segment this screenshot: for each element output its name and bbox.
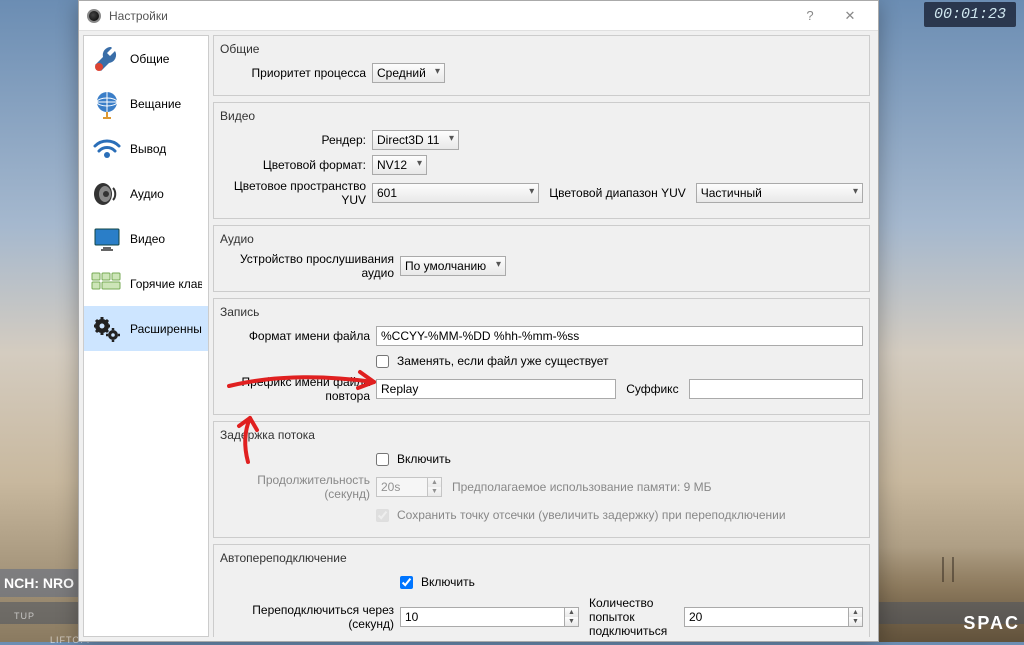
group-general: Общие Приоритет процесса Средний bbox=[213, 35, 870, 96]
bg-spacex-label: SPAC bbox=[963, 613, 1020, 634]
preserve-cutoff-label: Сохранить точку отсечки (увеличить задер… bbox=[397, 508, 786, 522]
max-retries-input[interactable] bbox=[685, 608, 848, 626]
settings-window: Настройки ? ✕ Общие Вещание Вывод Аудио bbox=[78, 0, 879, 642]
bg-tower bbox=[942, 557, 954, 582]
keyboard-icon bbox=[90, 267, 124, 301]
replay-prefix-label: Префикс имени файла повтора bbox=[220, 375, 376, 403]
colorrange-select[interactable]: Частичный bbox=[696, 183, 863, 203]
colorformat-select[interactable]: NV12 bbox=[372, 155, 427, 175]
help-button[interactable]: ? bbox=[790, 2, 830, 30]
priority-select[interactable]: Средний bbox=[372, 63, 445, 83]
monitor-select[interactable]: По умолчанию bbox=[400, 256, 506, 276]
spin-down-icon[interactable]: ▼ bbox=[428, 487, 441, 496]
filename-label: Формат имени файла bbox=[220, 329, 376, 343]
spin-up-icon[interactable]: ▲ bbox=[428, 478, 441, 487]
group-delay: Задержка потока Включить Продолжительнос… bbox=[213, 421, 870, 538]
sidebar-item-label: Общие bbox=[130, 52, 169, 66]
reconnect-enable-checkbox[interactable] bbox=[400, 576, 413, 589]
sidebar: Общие Вещание Вывод Аудио Видео Горячие … bbox=[83, 35, 209, 637]
monitor-icon bbox=[90, 222, 124, 256]
render-label: Рендер: bbox=[220, 133, 372, 147]
render-select[interactable]: Direct3D 11 bbox=[372, 130, 459, 150]
sidebar-item-label: Вывод bbox=[130, 142, 166, 156]
colorrange-label: Цветовой диапазон YUV bbox=[543, 186, 691, 200]
overwrite-label: Заменять, если файл уже существует bbox=[397, 354, 609, 368]
duration-input bbox=[377, 478, 427, 496]
colorformat-label: Цветовой формат: bbox=[220, 158, 372, 172]
wifi-icon bbox=[90, 132, 124, 166]
sidebar-item-general[interactable]: Общие bbox=[84, 36, 208, 81]
group-title: Общие bbox=[220, 42, 863, 56]
group-title: Автопереподключение bbox=[220, 551, 863, 565]
duration-label: Продолжительность (секунд) bbox=[220, 473, 376, 501]
group-title: Запись bbox=[220, 305, 863, 319]
sidebar-item-video[interactable]: Видео bbox=[84, 216, 208, 261]
retry-delay-spinbox[interactable]: ▲▼ bbox=[400, 607, 579, 627]
sidebar-item-label: Видео bbox=[130, 232, 165, 246]
gears-icon bbox=[90, 312, 124, 346]
group-recording: Запись Формат имени файла Заменять, если… bbox=[213, 298, 870, 415]
group-reconnect: Автопереподключение Включить Переподключ… bbox=[213, 544, 870, 637]
group-audio: Аудио Устройство прослушивания аудио По … bbox=[213, 225, 870, 292]
filename-input[interactable] bbox=[376, 326, 863, 346]
max-retries-spinbox[interactable]: ▲▼ bbox=[684, 607, 863, 627]
sidebar-item-label: Вещание bbox=[130, 97, 181, 111]
close-button[interactable]: ✕ bbox=[830, 2, 870, 30]
retry-delay-input[interactable] bbox=[401, 608, 564, 626]
sidebar-item-stream[interactable]: Вещание bbox=[84, 81, 208, 126]
max-retries-label: Количество попыток подключиться bbox=[583, 596, 680, 637]
sidebar-item-advanced[interactable]: Расширенны bbox=[84, 306, 208, 351]
globe-icon bbox=[90, 87, 124, 121]
memory-estimate-label: Предполагаемое использование памяти: 9 М… bbox=[446, 480, 718, 494]
monitor-label: Устройство прослушивания аудио bbox=[220, 252, 400, 280]
retry-delay-label: Переподключиться через (секунд) bbox=[220, 603, 400, 631]
reconnect-enable-label: Включить bbox=[421, 575, 475, 589]
group-title: Задержка потока bbox=[220, 428, 863, 442]
colorspace-label: Цветовое пространство YUV bbox=[220, 179, 372, 207]
spin-up-icon[interactable]: ▲ bbox=[565, 608, 578, 617]
delay-enable-label: Включить bbox=[397, 452, 451, 466]
speaker-icon bbox=[90, 177, 124, 211]
colorspace-select[interactable]: 601 bbox=[372, 183, 539, 203]
bg-mission-label: NCH: NRO bbox=[0, 569, 88, 597]
suffix-input[interactable] bbox=[689, 379, 863, 399]
sidebar-item-output[interactable]: Вывод bbox=[84, 126, 208, 171]
bg-bar-label-tup: TUP bbox=[14, 611, 35, 621]
wrench-icon bbox=[90, 42, 124, 76]
group-title: Видео bbox=[220, 109, 863, 123]
sidebar-item-label: Расширенны bbox=[130, 322, 202, 336]
sidebar-item-label: Аудио bbox=[130, 187, 164, 201]
overwrite-checkbox[interactable] bbox=[376, 355, 389, 368]
obs-icon bbox=[87, 9, 101, 23]
replay-prefix-input[interactable] bbox=[376, 379, 616, 399]
group-video: Видео Рендер: Direct3D 11 Цветовой форма… bbox=[213, 102, 870, 219]
sidebar-item-audio[interactable]: Аудио bbox=[84, 171, 208, 216]
window-title: Настройки bbox=[109, 9, 790, 23]
bg-timer: 00:01:23 bbox=[924, 2, 1016, 27]
spin-down-icon[interactable]: ▼ bbox=[849, 617, 862, 626]
duration-spinbox[interactable]: ▲▼ bbox=[376, 477, 442, 497]
sidebar-item-label: Горячие клав bbox=[130, 277, 202, 291]
spin-up-icon[interactable]: ▲ bbox=[849, 608, 862, 617]
delay-enable-checkbox[interactable] bbox=[376, 453, 389, 466]
priority-label: Приоритет процесса bbox=[220, 66, 372, 80]
main-panel: Общие Приоритет процесса Средний Видео Р… bbox=[213, 35, 874, 637]
group-title: Аудио bbox=[220, 232, 863, 246]
suffix-label: Суффикс bbox=[620, 382, 684, 396]
spin-down-icon[interactable]: ▼ bbox=[565, 617, 578, 626]
titlebar[interactable]: Настройки ? ✕ bbox=[79, 1, 878, 31]
preserve-cutoff-checkbox bbox=[376, 509, 389, 522]
sidebar-item-hotkeys[interactable]: Горячие клав bbox=[84, 261, 208, 306]
